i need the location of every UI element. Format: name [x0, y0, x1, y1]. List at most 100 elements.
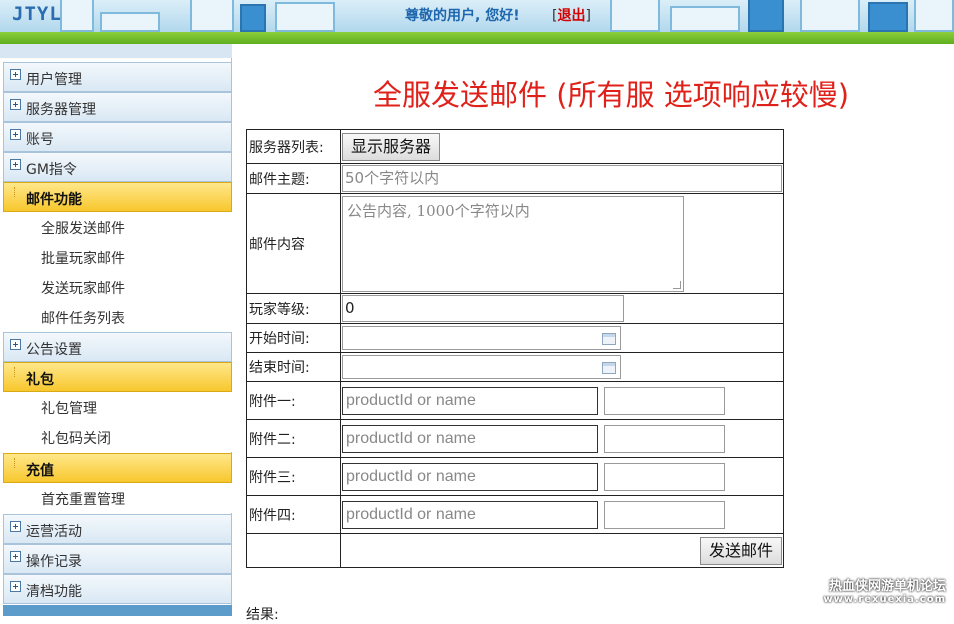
sidebar-group-label: 账号	[26, 129, 54, 149]
sidebar-item-send-player-mail[interactable]: 发送玩家邮件	[3, 272, 232, 302]
sidebar-group-label: 充值	[26, 460, 54, 480]
attachment-count-input[interactable]	[604, 387, 725, 415]
resize-grip-icon[interactable]	[673, 281, 681, 289]
attachment-product-input[interactable]: productId or name	[342, 501, 598, 529]
content-textarea[interactable]: 公告内容, 1000个字符以内	[342, 196, 684, 292]
sidebar-footer-bar	[3, 605, 232, 616]
end-time-input[interactable]	[342, 355, 621, 379]
attachment-cell: productId or name	[341, 496, 784, 534]
start-time-cell	[341, 324, 784, 353]
sidebar-group-label: 礼包	[26, 369, 54, 389]
subject-cell: 50个字符以内	[341, 164, 784, 194]
expand-plus-icon	[10, 99, 21, 110]
attachment-cell: productId or name	[341, 458, 784, 496]
start-time-label: 开始时间:	[247, 324, 341, 353]
content-cell: 公告内容, 1000个字符以内	[341, 194, 784, 294]
page-title: 全服发送邮件 (所有服 选项响应较慢)	[373, 72, 849, 114]
greeting-text: 尊敬的用户, 您好!	[405, 5, 520, 25]
send-mail-button[interactable]: 发送邮件	[700, 537, 782, 565]
sidebar-group-operation-log[interactable]: 操作记录	[3, 544, 232, 574]
sidebar-item-gift-code-close[interactable]: 礼包码关闭	[3, 422, 232, 452]
form-row-submit: 发送邮件	[247, 534, 784, 568]
sidebar-item-label: 发送玩家邮件	[41, 278, 125, 298]
content-label: 邮件内容	[247, 194, 341, 294]
building-decoration	[914, 0, 954, 32]
logout-link[interactable]: 退出	[557, 8, 585, 24]
sidebar-item-label: 礼包管理	[41, 398, 97, 418]
attachment-cell: productId or name	[341, 420, 784, 458]
server-list-label: 服务器列表:	[247, 130, 341, 164]
logout-area: [退出]	[552, 5, 591, 25]
building-decoration	[868, 2, 908, 32]
subject-label: 邮件主题:	[247, 164, 341, 194]
sidebar-group-user-management[interactable]: 用户管理	[3, 62, 232, 92]
sidebar-group-label: 公告设置	[26, 339, 82, 359]
attachment-count-input[interactable]	[604, 501, 725, 529]
sidebar-group-label: 运营活动	[26, 521, 82, 541]
building-decoration	[240, 4, 266, 32]
sidebar: 用户管理 服务器管理 账号 GM指令 邮件功能 全服发送邮件 批量玩家邮件 发送…	[0, 58, 232, 616]
level-cell: 0	[341, 294, 784, 324]
sidebar-group-label: 邮件功能	[26, 189, 82, 209]
sidebar-group-operations[interactable]: 运营活动	[3, 514, 232, 544]
building-decoration	[190, 0, 234, 32]
attachment-label: 附件四:	[247, 496, 341, 534]
expand-plus-icon	[10, 581, 21, 592]
sidebar-item-gift-management[interactable]: 礼包管理	[3, 392, 232, 422]
end-time-label: 结束时间:	[247, 353, 341, 382]
sidebar-item-first-recharge-reset[interactable]: 首充重置管理	[3, 483, 232, 513]
sidebar-group-announcement[interactable]: 公告设置	[3, 332, 232, 362]
attachment-product-input[interactable]: productId or name	[342, 425, 598, 453]
calendar-icon[interactable]	[602, 362, 616, 374]
sidebar-item-send-all-mail[interactable]: 全服发送邮件	[3, 212, 232, 242]
form-row-attachment-4: 附件四: productId or name	[247, 496, 784, 534]
building-decoration	[748, 0, 784, 32]
calendar-icon[interactable]	[602, 333, 616, 345]
header-subbar	[0, 44, 954, 58]
form-row-attachment-2: 附件二: productId or name	[247, 420, 784, 458]
form-row-level: 玩家等级: 0	[247, 294, 784, 324]
sidebar-group-gm-commands[interactable]: GM指令	[3, 152, 232, 182]
expand-plus-icon	[10, 521, 21, 532]
tree-dots-icon	[14, 458, 18, 468]
sidebar-group-gift[interactable]: 礼包	[3, 362, 232, 392]
subject-input[interactable]: 50个字符以内	[342, 165, 782, 192]
show-servers-button[interactable]: 显示服务器	[342, 133, 440, 161]
attachment-count-input[interactable]	[604, 425, 725, 453]
sidebar-group-recharge[interactable]: 充值	[3, 453, 232, 483]
empty-cell	[247, 534, 341, 568]
attachment-count-input[interactable]	[604, 463, 725, 491]
attachment-product-input[interactable]: productId or name	[342, 387, 598, 415]
sidebar-item-label: 礼包码关闭	[41, 428, 111, 448]
start-time-input[interactable]	[342, 326, 621, 350]
watermark-line1: 热血侠网游单机论坛	[823, 580, 946, 593]
bracket-close: ]	[585, 8, 590, 24]
attachment-label: 附件二:	[247, 420, 341, 458]
tree-dots-icon	[14, 187, 18, 197]
mail-form: 服务器列表: 显示服务器 邮件主题: 50个字符以内 邮件内容 公告内容, 10…	[246, 129, 784, 568]
sidebar-item-batch-player-mail[interactable]: 批量玩家邮件	[3, 242, 232, 272]
building-decoration	[100, 12, 160, 32]
server-list-cell: 显示服务器	[341, 130, 784, 164]
form-row-attachment-3: 附件三: productId or name	[247, 458, 784, 496]
building-decoration	[670, 6, 740, 32]
expand-plus-icon	[10, 129, 21, 140]
sidebar-group-account[interactable]: 账号	[3, 122, 232, 152]
expand-plus-icon	[10, 551, 21, 562]
expand-plus-icon	[10, 159, 21, 170]
end-time-cell	[341, 353, 784, 382]
tree-dots-icon	[14, 367, 18, 377]
header-grass-strip	[0, 32, 954, 44]
attachment-product-input[interactable]: productId or name	[342, 463, 598, 491]
sidebar-item-mail-task-list[interactable]: 邮件任务列表	[3, 302, 232, 332]
sidebar-group-label: 服务器管理	[26, 99, 96, 119]
sidebar-group-wipe-data[interactable]: 清档功能	[3, 574, 232, 604]
building-decoration	[60, 0, 94, 32]
player-level-input[interactable]: 0	[342, 295, 624, 322]
sidebar-group-server-management[interactable]: 服务器管理	[3, 92, 232, 122]
level-label: 玩家等级:	[247, 294, 341, 324]
sidebar-group-mail[interactable]: 邮件功能	[3, 182, 232, 212]
app-logo: JTYL	[12, 3, 62, 25]
attachment-cell: productId or name	[341, 382, 784, 420]
form-row-subject: 邮件主题: 50个字符以内	[247, 164, 784, 194]
